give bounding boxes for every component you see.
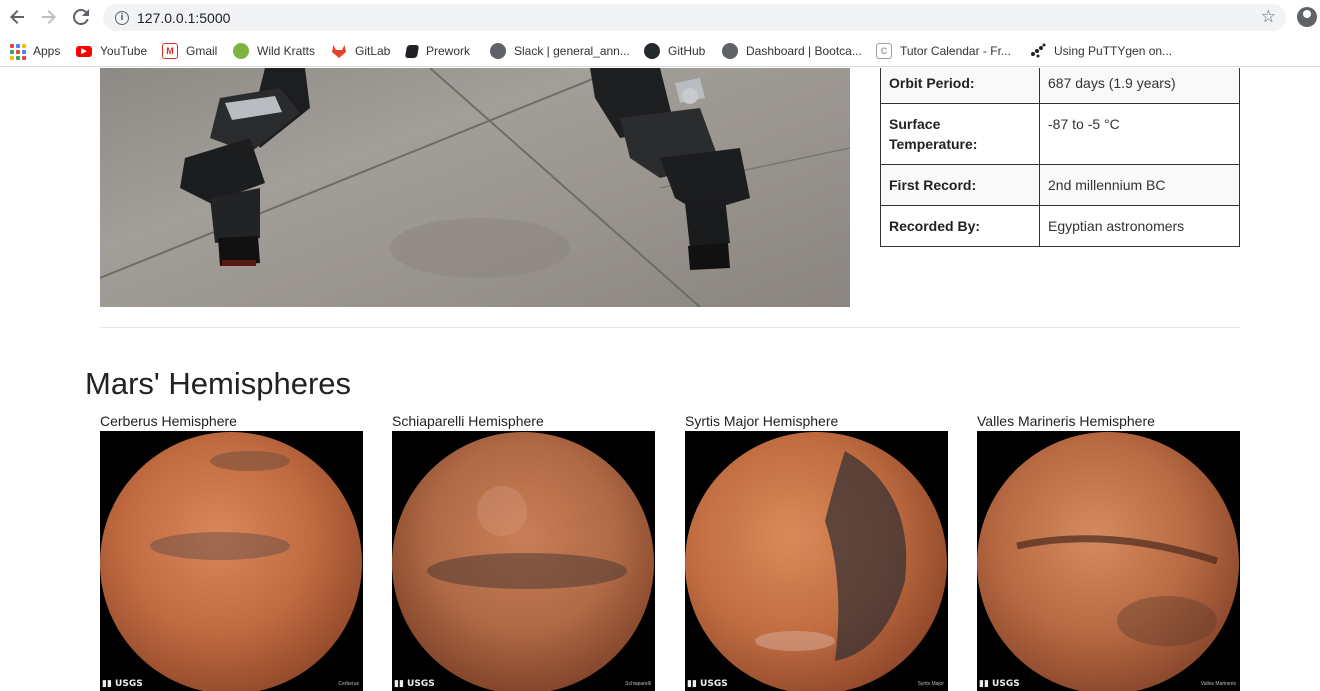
gitlab-icon bbox=[331, 43, 347, 59]
bookmarks-bar: Apps ▶ YouTube M Gmail Wild Kratts GitLa… bbox=[0, 35, 1320, 67]
page-content: Orbit Period: 687 days (1.9 years) Surfa… bbox=[0, 68, 1320, 691]
hemisphere-card[interactable]: Valles Marineris Hemisphere ▮▮ USGS Vall… bbox=[977, 412, 1240, 691]
bookmark-label: Slack | general_ann... bbox=[514, 44, 630, 58]
image-tag: Schiaparelli bbox=[625, 681, 651, 687]
table-row: First Record: 2nd millennium BC bbox=[880, 164, 1240, 206]
address-bar[interactable]: i 127.0.0.1:5000 ☆ bbox=[103, 4, 1286, 31]
hemisphere-card[interactable]: Schiaparelli Hemisphere ▮▮ USGS Schiapar… bbox=[392, 412, 655, 691]
table-row: Surface Temperature: -87 to -5 °C bbox=[880, 103, 1240, 165]
usgs-credit: ▮▮ USGS bbox=[394, 679, 435, 689]
fact-label: Orbit Period: bbox=[880, 68, 1040, 104]
puttygen-icon bbox=[1030, 43, 1046, 59]
bookmark-label: Prework bbox=[426, 44, 471, 58]
browser-toolbar: i 127.0.0.1:5000 ☆ bbox=[0, 0, 1320, 35]
hemisphere-card[interactable]: Syrtis Major Hemisphere ▮▮ USGS Syrtis M… bbox=[685, 412, 948, 691]
bookmark-label: YouTube bbox=[100, 44, 148, 58]
hemisphere-card[interactable]: Cerberus Hemisphere ▮▮ USGS Cerberus bbox=[100, 412, 363, 691]
book-icon bbox=[404, 44, 420, 58]
site-info-icon[interactable]: i bbox=[115, 10, 129, 25]
gmail-icon: M bbox=[162, 43, 178, 59]
bookmark-label: Dashboard | Bootca... bbox=[746, 44, 862, 58]
hemisphere-image[interactable]: ▮▮ USGS Cerberus bbox=[100, 431, 363, 691]
profile-avatar-icon[interactable] bbox=[1297, 7, 1317, 27]
bookmark-puttygen[interactable]: Using PuTTYgen on... bbox=[1030, 41, 1172, 61]
hemisphere-title: Valles Marineris Hemisphere bbox=[977, 413, 1155, 429]
bookmark-gmail[interactable]: M Gmail bbox=[162, 41, 217, 61]
hemisphere-image[interactable]: ▮▮ USGS Valles Marineris bbox=[977, 431, 1240, 691]
table-row: Recorded By: Egyptian astronomers bbox=[880, 205, 1240, 247]
bookmark-gitlab[interactable]: GitLab bbox=[331, 41, 390, 61]
fact-value: -87 to -5 °C bbox=[1039, 103, 1240, 165]
fact-value: Egyptian astronomers bbox=[1039, 205, 1240, 247]
bookmark-label: Wild Kratts bbox=[257, 44, 316, 58]
fact-value: 687 days (1.9 years) bbox=[1039, 68, 1240, 104]
bookmark-star-icon[interactable]: ☆ bbox=[1261, 7, 1276, 27]
calendar-icon: C bbox=[876, 43, 892, 59]
hemispheres-title: Mars' Hemispheres bbox=[85, 366, 352, 401]
mars-facts-table: Orbit Period: 687 days (1.9 years) Surfa… bbox=[880, 68, 1240, 247]
back-arrow-icon[interactable] bbox=[6, 6, 28, 28]
apps-grid-icon bbox=[9, 43, 26, 60]
globe-icon bbox=[490, 43, 506, 59]
fact-label: Surface Temperature: bbox=[880, 103, 1040, 165]
usgs-credit: ▮▮ USGS bbox=[102, 679, 143, 689]
bookmark-tutor-calendar[interactable]: C Tutor Calendar - Fr... bbox=[876, 41, 1011, 61]
bookmark-label: Gmail bbox=[186, 44, 218, 58]
bookmark-apps[interactable]: Apps bbox=[9, 41, 60, 61]
hemisphere-image[interactable]: ▮▮ USGS Syrtis Major bbox=[685, 431, 948, 691]
image-tag: Syrtis Major bbox=[917, 681, 944, 687]
section-divider bbox=[100, 327, 1240, 328]
bookmark-label: GitLab bbox=[355, 44, 391, 58]
usgs-credit: ▮▮ USGS bbox=[687, 679, 728, 689]
youtube-icon: ▶ bbox=[76, 45, 92, 57]
forward-arrow-icon[interactable] bbox=[38, 6, 60, 28]
image-tag: Valles Marineris bbox=[1200, 681, 1236, 687]
hemisphere-title: Schiaparelli Hemisphere bbox=[392, 413, 544, 429]
wild-kratts-icon bbox=[233, 43, 249, 59]
usgs-credit: ▮▮ USGS bbox=[979, 679, 1020, 689]
bookmark-label: Tutor Calendar - Fr... bbox=[900, 44, 1011, 58]
bookmark-wild-kratts[interactable]: Wild Kratts bbox=[233, 41, 315, 61]
bookmark-label: Apps bbox=[33, 44, 61, 58]
url-text: 127.0.0.1:5000 bbox=[137, 9, 231, 26]
globe-icon bbox=[722, 43, 738, 59]
bookmark-slack[interactable]: Slack | general_ann... bbox=[490, 41, 630, 61]
bookmark-prework[interactable]: Prework bbox=[404, 41, 471, 61]
bookmark-label: GitHub bbox=[668, 44, 706, 58]
bookmark-dashboard[interactable]: Dashboard | Bootca... bbox=[722, 41, 862, 61]
fact-value: 2nd millennium BC bbox=[1039, 164, 1240, 206]
bookmark-youtube[interactable]: ▶ YouTube bbox=[76, 41, 147, 61]
hemisphere-title: Cerberus Hemisphere bbox=[100, 413, 237, 429]
hemisphere-title: Syrtis Major Hemisphere bbox=[685, 413, 839, 429]
bookmark-label: Using PuTTYgen on... bbox=[1054, 44, 1173, 58]
fact-label: First Record: bbox=[880, 164, 1040, 206]
hemisphere-image[interactable]: ▮▮ USGS Schiaparelli bbox=[392, 431, 655, 691]
reload-icon[interactable] bbox=[70, 6, 92, 28]
table-row: Orbit Period: 687 days (1.9 years) bbox=[880, 68, 1240, 104]
bookmark-github[interactable]: GitHub bbox=[644, 41, 705, 61]
fact-label: Recorded By: bbox=[880, 205, 1040, 247]
github-icon bbox=[644, 43, 660, 59]
featured-image bbox=[100, 68, 850, 307]
image-tag: Cerberus bbox=[338, 681, 359, 687]
